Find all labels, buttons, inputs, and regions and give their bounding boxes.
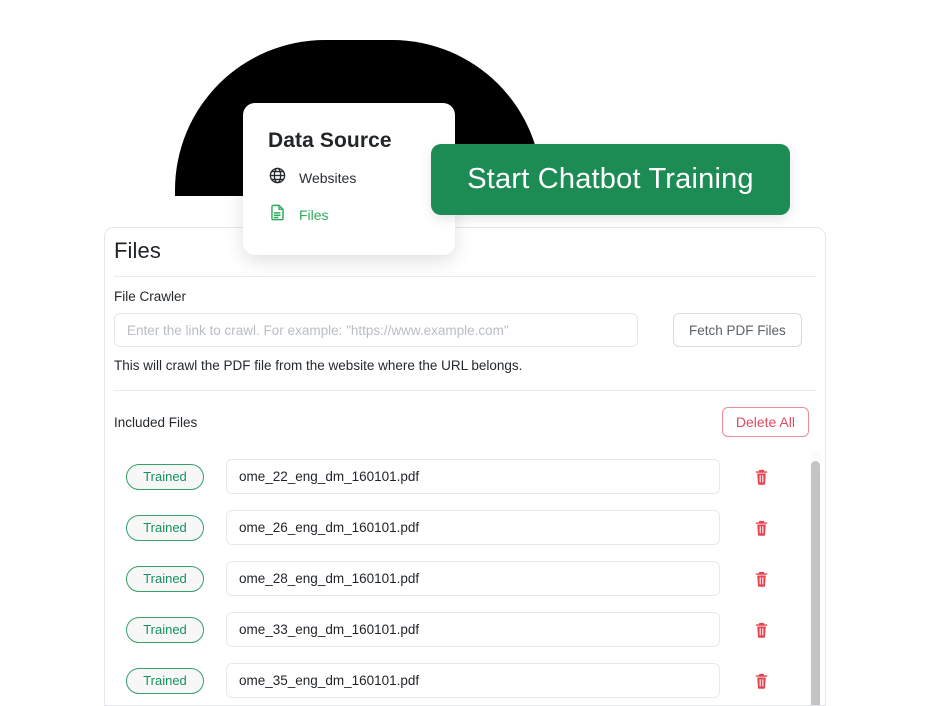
included-files-label: Included Files	[114, 414, 198, 430]
file-row: Trained	[105, 655, 825, 705]
file-document-icon	[268, 203, 287, 227]
delete-file-button[interactable]	[753, 468, 770, 486]
delete-file-button[interactable]	[753, 672, 770, 690]
delete-file-button[interactable]	[753, 570, 770, 588]
file-name-input[interactable]	[226, 612, 720, 647]
data-source-item-label: Websites	[299, 170, 357, 186]
crawl-url-input[interactable]	[114, 313, 638, 347]
file-name-input[interactable]	[226, 663, 720, 698]
delete-file-button[interactable]	[753, 519, 770, 537]
fetch-pdf-files-button[interactable]: Fetch PDF Files	[673, 313, 802, 347]
file-row: Trained	[105, 502, 825, 553]
data-source-title: Data Source	[268, 129, 392, 152]
file-crawler-row: Fetch PDF Files	[114, 313, 816, 347]
status-badge: Trained	[126, 565, 204, 592]
section-divider	[114, 390, 816, 391]
data-source-card: Data Source Websites Files	[243, 103, 455, 255]
delete-all-button[interactable]: Delete All	[721, 407, 809, 437]
status-badge: Trained	[126, 514, 204, 541]
start-chatbot-training-button[interactable]: Start Chatbot Training	[431, 144, 790, 215]
file-name-input[interactable]	[226, 459, 720, 494]
file-row: Trained	[105, 451, 825, 502]
file-row: Trained	[105, 604, 825, 655]
status-badge: Trained	[126, 463, 204, 490]
delete-file-button[interactable]	[753, 621, 770, 639]
status-badge: Trained	[126, 667, 204, 694]
files-panel: Files File Crawler Fetch PDF Files This …	[104, 227, 826, 706]
crawler-hint-text: This will crawl the PDF file from the we…	[114, 358, 523, 373]
data-source-item-label: Files	[299, 207, 329, 223]
data-source-item-files[interactable]: Files	[243, 190, 455, 227]
file-crawler-label: File Crawler	[114, 289, 187, 304]
included-files-header: Included Files Delete All	[114, 407, 816, 437]
file-crawler-section: File Crawler Fetch PDF Files This will c…	[105, 277, 825, 437]
globe-icon	[268, 166, 287, 190]
status-badge: Trained	[126, 616, 204, 643]
page-title: Files	[114, 238, 161, 263]
file-name-input[interactable]	[226, 561, 720, 596]
file-list-scrollbar-thumb[interactable]	[811, 461, 820, 705]
included-files-list: TrainedTrainedTrainedTrainedTrainedTrain…	[105, 451, 825, 705]
file-name-input[interactable]	[226, 510, 720, 545]
data-source-item-websites[interactable]: Websites	[243, 153, 455, 190]
file-row: Trained	[105, 553, 825, 604]
